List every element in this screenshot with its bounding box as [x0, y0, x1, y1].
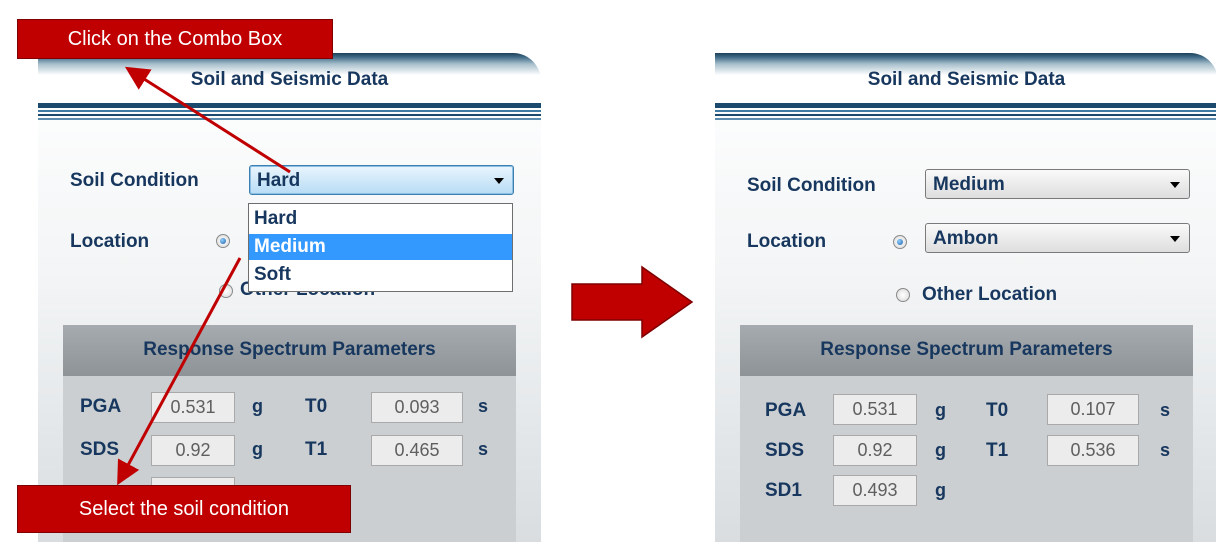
- annotation-overlay: [117, 66, 694, 486]
- callout-select-soil: Select the soil condition: [17, 485, 351, 533]
- annotation-arrow-to-callout: [124, 66, 291, 174]
- callout-click-combo: Click on the Combo Box: [17, 19, 333, 59]
- right-arrow-icon: [571, 265, 694, 339]
- annotation-arrow-to-callout: [117, 257, 242, 486]
